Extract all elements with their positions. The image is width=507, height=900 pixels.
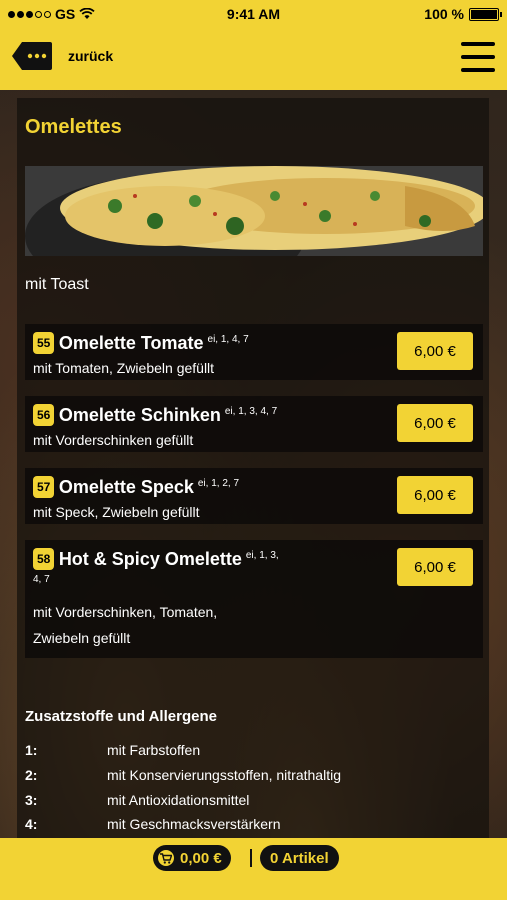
price-button[interactable]: 6,00 €	[397, 548, 473, 586]
price-button[interactable]: 6,00 €	[397, 476, 473, 514]
menu-panel: Omelettes mit Toast 55 Omelette Tomate ei…	[17, 98, 489, 838]
section-title: Omelettes	[25, 116, 122, 138]
allergens-heading: Zusatzstoffe und Allergene	[25, 708, 217, 725]
item-number-badge: 57	[33, 476, 55, 498]
item-description: mit Vorderschinken, Tomaten,	[33, 604, 218, 620]
item-title: 55 Omelette Tomate ei, 1, 4, 7	[33, 332, 313, 357]
item-name: Omelette Tomate	[58, 333, 204, 353]
back-button[interactable]: zurück	[10, 40, 113, 72]
battery-icon	[469, 7, 502, 21]
item-number-badge: 55	[33, 332, 55, 354]
item-number-badge: 58	[33, 548, 55, 570]
item-description-line2: Zwiebeln gefüllt	[33, 630, 131, 646]
item-description: mit Tomaten, Zwiebeln gefüllt	[33, 360, 215, 376]
allergen-number: 2:	[25, 767, 38, 783]
item-title: 57 Omelette Speck ei, 1, 2, 7	[33, 476, 313, 501]
price-button[interactable]: 6,00 €	[397, 332, 473, 370]
allergen-number: 4:	[25, 816, 38, 832]
item-name: Omelette Speck	[58, 477, 194, 497]
battery-label: 100 %	[424, 6, 464, 22]
menu-item[interactable]: 57 Omelette Speck ei, 1, 2, 7 mit Speck, …	[25, 468, 483, 524]
back-label: zurück	[68, 48, 114, 64]
cart-total: 0,00 €	[180, 849, 222, 867]
hamburger-menu-icon[interactable]	[461, 42, 495, 72]
price-button[interactable]: 6,00 €	[397, 404, 473, 442]
item-title: 58 Hot & Spicy Omelette ei, 1, 3,	[33, 548, 323, 573]
item-allergens: ei, 1, 2, 7	[197, 478, 240, 489]
allergen-text: mit Konservierungsstoffen, nitrathaltig	[107, 767, 341, 783]
section-note: mit Toast	[25, 276, 89, 293]
item-description: mit Speck, Zwiebeln gefüllt	[33, 504, 200, 520]
shopping-cart-icon	[158, 850, 174, 866]
menu-item[interactable]: 56 Omelette Schinken ei, 1, 3, 4, 7 mit V…	[25, 396, 483, 452]
footer-divider	[250, 849, 252, 867]
app-header: GS 9:41 AM 100 % zurück	[0, 0, 507, 90]
item-name: Hot & Spicy Omelette	[58, 549, 242, 569]
item-allergens: ei, 1, 4, 7	[207, 334, 249, 345]
cart-count-button[interactable]: 0 Artikel	[260, 845, 339, 871]
status-bar: GS 9:41 AM 100 %	[0, 0, 507, 28]
allergen-text: mit Farbstoffen	[107, 742, 201, 758]
item-allergens: ei, 1, 3, 4, 7	[224, 406, 278, 417]
item-name: Omelette Schinken	[58, 405, 221, 425]
menu-item[interactable]: 58 Hot & Spicy Omelette ei, 1, 3, 4, 7 mi…	[25, 540, 483, 658]
omelette-photo	[25, 166, 483, 256]
item-allergens: ei, 1, 3,	[245, 550, 279, 561]
item-description: mit Vorderschinken gefüllt	[33, 432, 194, 448]
allergen-number: 3:	[25, 792, 38, 808]
item-allergens-continued: 4, 7	[33, 574, 50, 585]
item-title: 56 Omelette Schinken ei, 1, 3, 4, 7	[33, 404, 333, 429]
allergen-text: mit Geschmacksverstärkern	[107, 816, 281, 832]
menu-item[interactable]: 55 Omelette Tomate ei, 1, 4, 7 mit Tomate…	[25, 324, 483, 380]
back-arrow-icon	[12, 42, 52, 70]
allergen-text: mit Antioxidationsmittel	[107, 792, 250, 808]
item-number-badge: 56	[33, 404, 55, 426]
allergen-number: 1:	[25, 742, 38, 758]
cart-footer: 0,00 € 0 Artikel	[0, 838, 507, 900]
cart-total-button[interactable]: 0,00 €	[153, 845, 231, 871]
battery-indicator: 100 %	[424, 6, 502, 22]
